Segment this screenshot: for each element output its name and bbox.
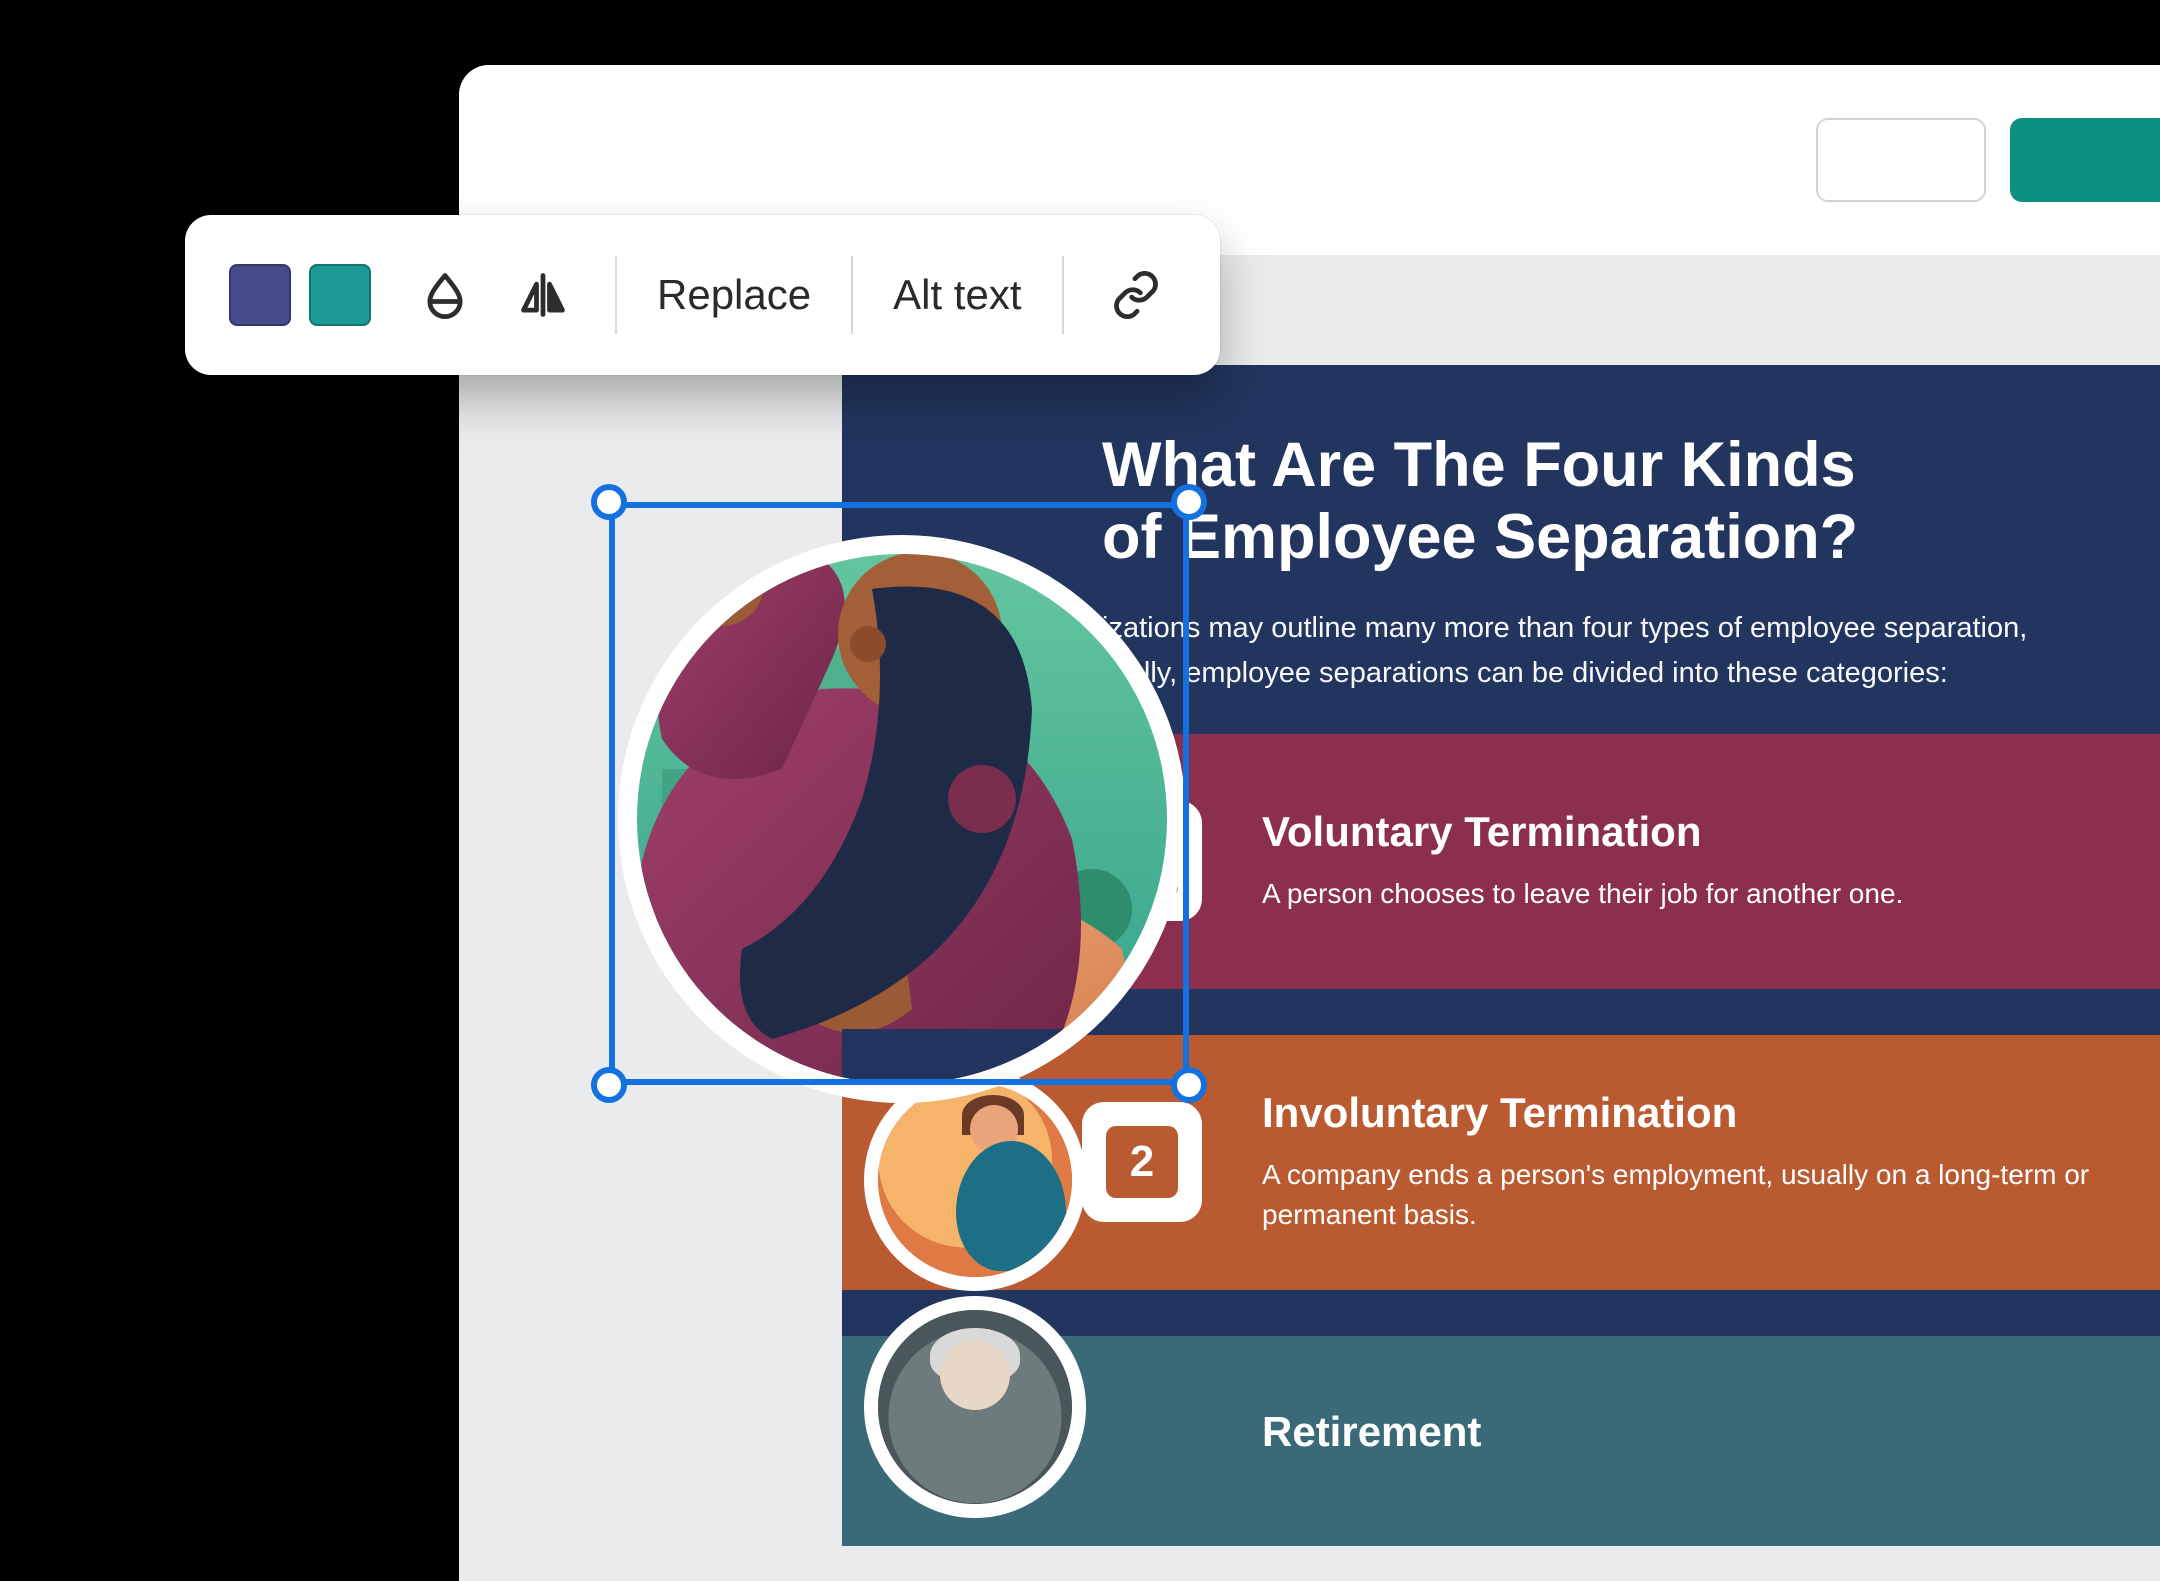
toolbar-divider-1 <box>615 256 617 334</box>
alt-text-button[interactable]: Alt text <box>885 271 1029 319</box>
toolbar-divider-3 <box>1062 256 1064 334</box>
flip-icon[interactable] <box>503 255 583 335</box>
color-swatch-2[interactable] <box>309 264 371 326</box>
topbar-primary-button[interactable] <box>2010 118 2160 202</box>
row-1-title: Voluntary Termination <box>1262 808 1903 856</box>
replace-button[interactable]: Replace <box>649 271 819 319</box>
row-3-illustration[interactable] <box>864 1296 1086 1518</box>
row-2-number: 2 <box>1106 1126 1178 1198</box>
row-2-desc: A company ends a person's employment, us… <box>1262 1155 2160 1236</box>
link-icon[interactable] <box>1096 255 1176 335</box>
infographic-row-3[interactable]: Retirement <box>842 1336 2160 1546</box>
row-1-desc: A person chooses to leave their job for … <box>1262 874 1903 915</box>
row-2-title: Involuntary Termination <box>1262 1089 2160 1137</box>
topbar-secondary-button[interactable] <box>1816 118 1986 202</box>
opacity-icon[interactable] <box>405 255 485 335</box>
selected-illustration[interactable] <box>572 469 1232 1129</box>
context-toolbar[interactable]: Replace Alt text <box>185 215 1220 375</box>
toolbar-divider-2 <box>851 256 853 334</box>
row-3-title: Retirement <box>1262 1408 1481 1456</box>
infographic-title[interactable]: What Are The Four Kinds of Employee Sepa… <box>1102 429 2072 574</box>
infographic-subtitle[interactable]: izations may outline many more than four… <box>1102 606 2072 696</box>
subtitle-line-1: izations may outline many more than four… <box>1102 612 2027 644</box>
color-swatch-1[interactable] <box>229 264 291 326</box>
